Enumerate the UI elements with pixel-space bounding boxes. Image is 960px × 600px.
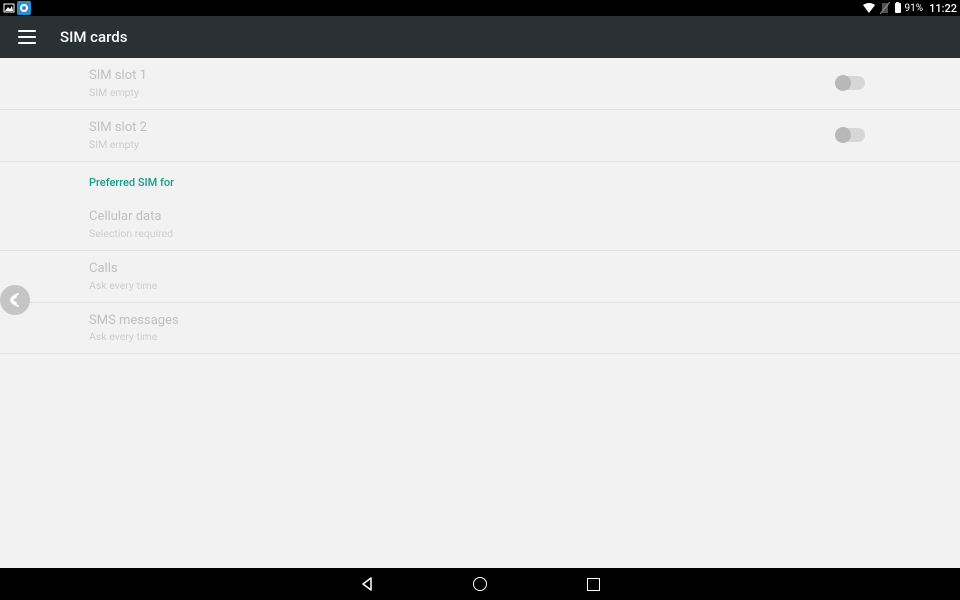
floating-back-button[interactable] xyxy=(0,285,30,315)
page-title: SIM cards xyxy=(60,28,127,46)
sim-slot-1-toggle[interactable] xyxy=(837,76,865,90)
pref-title: Calls xyxy=(89,261,871,278)
sim-slot-2-toggle[interactable] xyxy=(837,128,865,142)
slot-subtitle: SIM empty xyxy=(89,86,837,99)
status-left xyxy=(3,1,31,15)
pref-cellular-data[interactable]: Cellular data Selection required xyxy=(0,199,960,251)
pref-sms[interactable]: SMS messages Ask every time xyxy=(0,303,960,355)
sim-slot-1[interactable]: SIM slot 1 SIM empty xyxy=(0,58,960,110)
picture-icon xyxy=(3,2,15,14)
app-bar: SIM cards xyxy=(0,16,960,58)
slot-title: SIM slot 1 xyxy=(89,68,837,85)
teamviewer-icon xyxy=(17,1,31,15)
pref-title: Cellular data xyxy=(89,209,871,226)
nav-recent-button[interactable] xyxy=(584,575,602,593)
pref-subtitle: Ask every time xyxy=(89,330,871,343)
nav-back-button[interactable] xyxy=(358,575,376,593)
no-sim-icon xyxy=(879,2,891,14)
battery-icon xyxy=(895,3,901,13)
wifi-icon xyxy=(863,2,875,14)
pref-subtitle: Selection required xyxy=(89,227,871,240)
content: SIM slot 1 SIM empty SIM slot 2 SIM empt… xyxy=(0,58,960,354)
sim-slot-2[interactable]: SIM slot 2 SIM empty xyxy=(0,110,960,162)
status-right: 91% 11:22 xyxy=(863,2,958,15)
pref-calls[interactable]: Calls Ask every time xyxy=(0,251,960,303)
nav-home-button[interactable] xyxy=(471,575,489,593)
pref-title: SMS messages xyxy=(89,313,871,330)
clock: 11:22 xyxy=(929,2,957,15)
battery-percent: 91% xyxy=(905,3,924,14)
pref-subtitle: Ask every time xyxy=(89,279,871,292)
menu-icon[interactable] xyxy=(18,30,36,44)
status-bar: 91% 11:22 xyxy=(0,0,960,16)
slot-subtitle: SIM empty xyxy=(89,138,837,151)
section-header: Preferred SIM for xyxy=(0,162,960,199)
navigation-bar xyxy=(0,568,960,600)
slot-title: SIM slot 2 xyxy=(89,120,837,137)
